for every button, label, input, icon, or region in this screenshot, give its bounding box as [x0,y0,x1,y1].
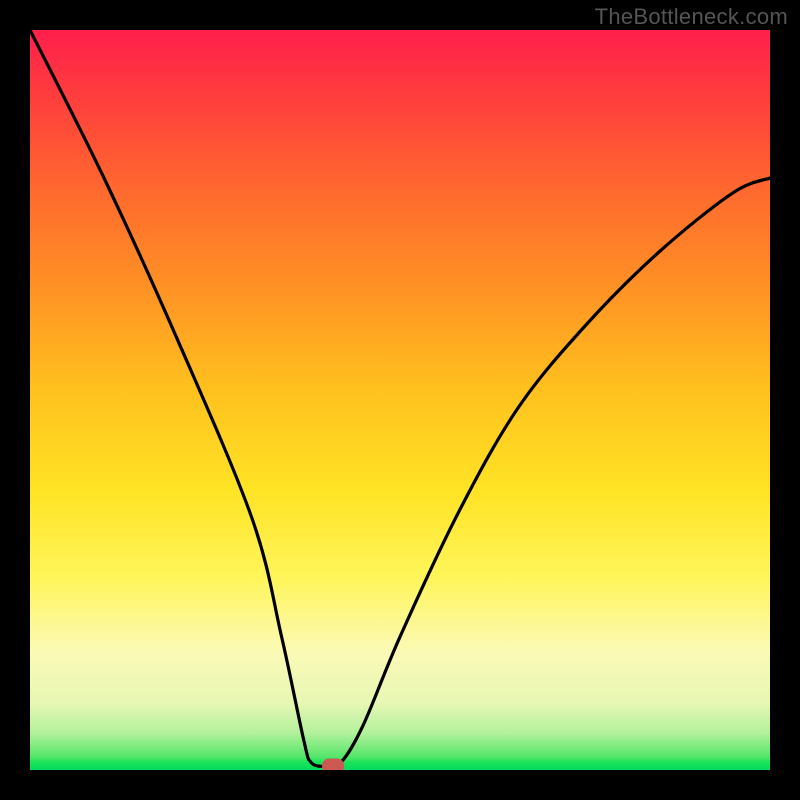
watermark-text: TheBottleneck.com [595,4,788,30]
plot-area [30,30,770,770]
chart-frame: TheBottleneck.com [0,0,800,800]
curve-svg [30,30,770,770]
bottleneck-curve-path [30,30,770,767]
min-marker [322,759,344,770]
